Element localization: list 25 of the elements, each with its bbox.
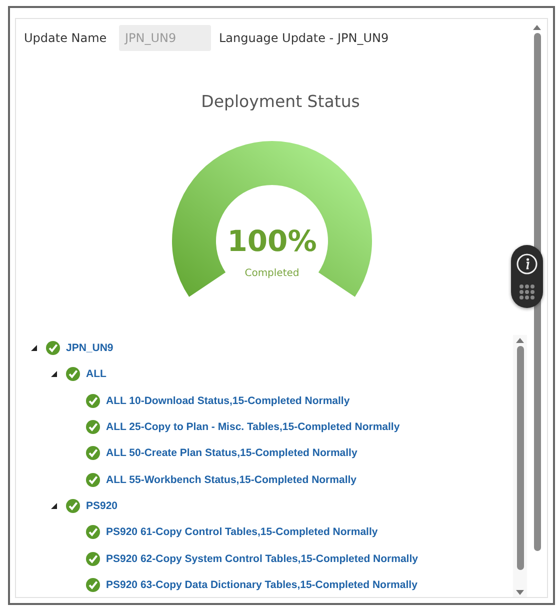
info-icon[interactable] (516, 252, 538, 275)
field-label: Update Name (24, 31, 108, 45)
floating-toolbar[interactable] (511, 245, 543, 308)
tree-item[interactable]: ALL 50-Create Plan Status,15-Completed Normally (106, 447, 358, 460)
tree-item[interactable]: ALL (86, 368, 106, 380)
collapse-icon[interactable] (30, 344, 38, 352)
scroll-down-icon[interactable] (516, 590, 524, 595)
tree-item[interactable]: ALL 25-Copy to Plan - Misc. Tables,15-Completed Normally (106, 421, 400, 434)
tree-item[interactable]: ALL 10-Download Status,15-Completed Normally (106, 394, 350, 407)
collapse-icon[interactable] (50, 370, 58, 378)
tree-item[interactable]: PS920 63-Copy Data Dictionary Tables,15-Completed Normally (106, 578, 418, 591)
scroll-up-icon[interactable] (516, 338, 524, 343)
update-description: Language Update - JPN_UN9 (219, 31, 389, 45)
gauge-value: 100% (226, 223, 318, 259)
tree-item[interactable]: ALL 55-Workbench Status,15-Completed Normally (106, 474, 356, 486)
tree-item[interactable]: JPN_UN9 (66, 342, 114, 354)
gauge-caption: Completed (244, 268, 300, 279)
scrollbar[interactable] (513, 335, 527, 597)
tree-item[interactable]: PS920 62-Copy System Control Tables,15-Completed Normally (106, 552, 418, 565)
chart-title: Deployment Status (200, 92, 361, 111)
grid-icon[interactable] (519, 284, 535, 300)
collapse-icon[interactable] (50, 502, 58, 510)
tree-item[interactable]: PS920 (86, 500, 118, 512)
tree-item[interactable]: PS920 61-Copy Control Tables,15-Completed Normally (106, 526, 378, 538)
scroll-up-icon[interactable] (533, 25, 541, 30)
